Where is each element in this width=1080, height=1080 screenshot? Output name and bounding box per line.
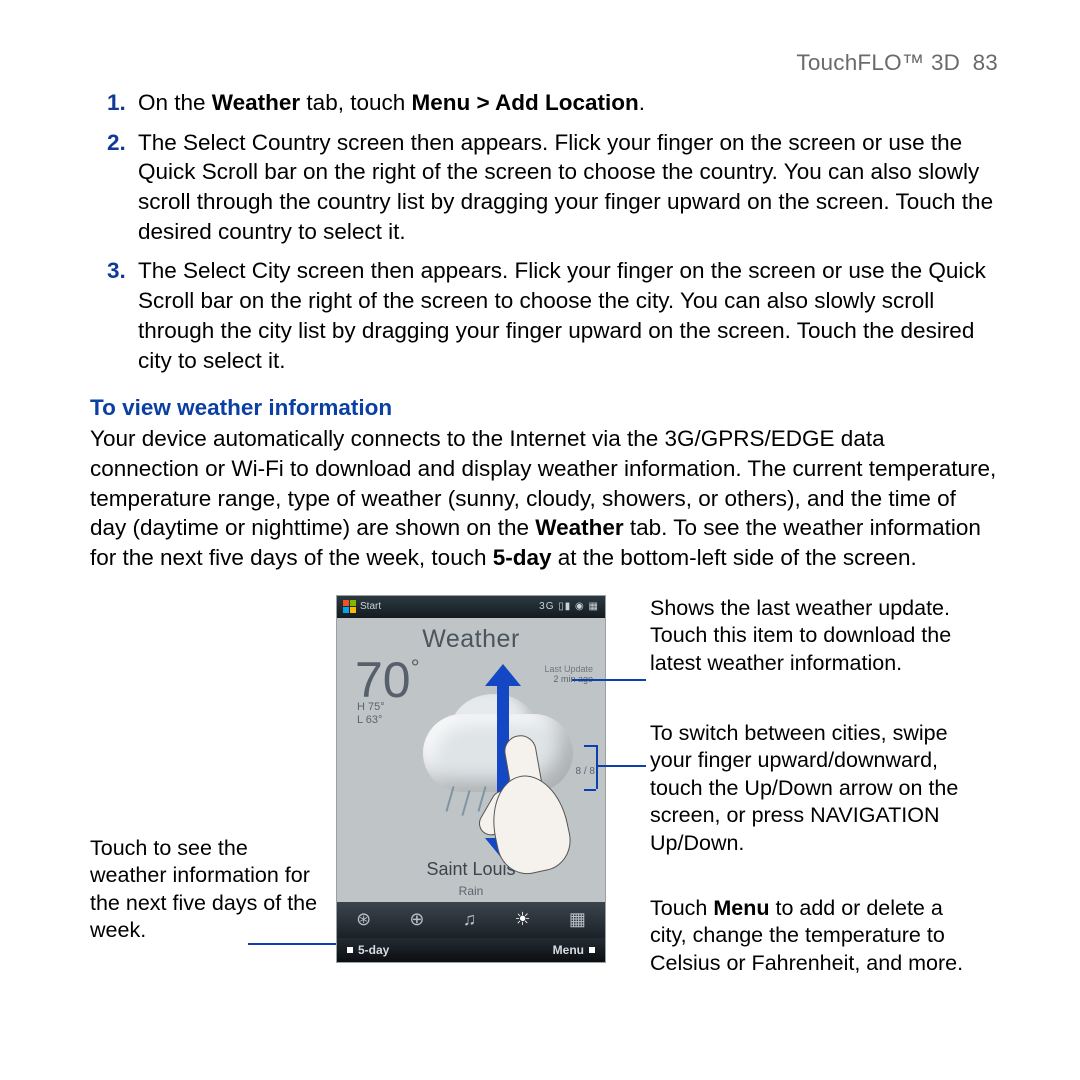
tab-globe-icon[interactable]: ⊕	[409, 909, 424, 930]
softkey-5day-label: 5-day	[358, 943, 389, 957]
softkey-5day[interactable]: 5-day	[347, 943, 389, 957]
callout-last-update: Shows the last weather update. Touch thi…	[650, 595, 960, 678]
current-temp: 70°	[355, 658, 420, 703]
step-3: The Select City screen then appears. Fli…	[132, 256, 998, 375]
softkey-menu-label: Menu	[553, 943, 584, 957]
tab-music-icon[interactable]: ♫	[463, 909, 477, 930]
windows-flag-icon	[343, 600, 356, 613]
tab-grid-icon[interactable]: ▦	[569, 909, 586, 930]
tab-att-icon[interactable]: ⊛	[356, 909, 371, 930]
last-update-block[interactable]: Last Update 2 min ago	[544, 664, 593, 684]
connector-line	[572, 679, 646, 681]
page-header: TouchFLO™ 3D 83	[90, 50, 998, 76]
callout-switch-cities: To switch between cities, swipe your fin…	[650, 720, 970, 858]
weather-title: Weather	[337, 625, 605, 654]
softkey-menu[interactable]: Menu	[553, 943, 595, 957]
city-counter: 8 / 8	[576, 766, 595, 777]
step-1: On the Weather tab, touch Menu > Add Loc…	[132, 88, 998, 118]
start-label: Start	[360, 601, 381, 612]
last-update-label: Last Update	[544, 664, 593, 674]
connector-line	[248, 943, 336, 945]
hand-gesture-icon	[489, 741, 567, 871]
figure-row: Touch to see the weather information for…	[90, 595, 998, 963]
step2-text: The Select Country screen then appears. …	[138, 130, 993, 244]
tab-weather-icon[interactable]: ☀	[514, 909, 530, 930]
step1-weather-bold: Weather	[212, 90, 300, 115]
callout-menu-a: Touch	[650, 896, 713, 920]
callout-menu: Touch Menu to add or delete a city, chan…	[650, 895, 970, 978]
step1-text-a: On the	[138, 90, 212, 115]
status-bar: Start 3G ▯▮ ◉ ▦	[337, 596, 605, 618]
connector-line	[596, 745, 598, 789]
instruction-list: On the Weather tab, touch Menu > Add Loc…	[90, 88, 998, 375]
connector-line	[584, 789, 596, 791]
phone-screenshot: Start 3G ▯▮ ◉ ▦ Weather 70° Last Update …	[336, 595, 606, 963]
page-number: 83	[973, 50, 998, 75]
callout-menu-bold: Menu	[713, 896, 769, 920]
step1-text-b: tab, touch	[300, 90, 411, 115]
section-heading: To view weather information	[90, 395, 998, 421]
tab-strip[interactable]: ⊛ ⊕ ♫ ☀ ▦	[337, 902, 605, 938]
body-e: at the bottom-left side of the screen.	[552, 545, 917, 570]
temp-value: 70	[355, 652, 411, 708]
weather-condition: Rain	[337, 884, 605, 898]
step1-text-c: .	[639, 90, 645, 115]
step3-text: The Select City screen then appears. Fli…	[138, 258, 986, 372]
callout-5day: Touch to see the weather information for…	[90, 835, 326, 945]
status-icons: 3G ▯▮ ◉ ▦	[539, 601, 599, 612]
connector-line	[596, 765, 646, 767]
degree-symbol: °	[411, 655, 420, 680]
header-title: TouchFLO™ 3D	[796, 50, 960, 75]
softkey-bar: 5-day Menu	[337, 938, 605, 962]
body-5day-bold: 5-day	[493, 545, 552, 570]
step1-menu-bold: Menu > Add Location	[412, 90, 639, 115]
connector-line	[584, 745, 596, 747]
section-body: Your device automatically connects to th…	[90, 424, 998, 572]
body-weather-bold: Weather	[535, 515, 623, 540]
step-2: The Select Country screen then appears. …	[132, 128, 998, 247]
